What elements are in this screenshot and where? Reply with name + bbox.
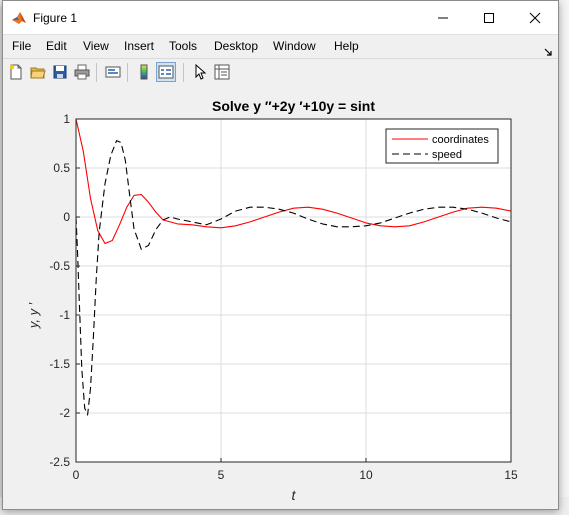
menu-help[interactable]: Help — [334, 39, 359, 53]
minimize-button[interactable] — [420, 1, 466, 34]
legend-label-coordinates: coordinates — [432, 134, 489, 146]
x-axis-label: t — [292, 487, 297, 503]
edit-plot-arrow-icon[interactable] — [190, 62, 210, 82]
matlab-logo-icon — [11, 10, 27, 26]
toolbar-separator — [96, 63, 97, 82]
legend-label-speed: speed — [432, 149, 462, 161]
figure-window: Figure 1 File Edit View Insert Tools Des… — [2, 0, 559, 510]
menu-file[interactable]: File — [12, 39, 31, 53]
menu-insert[interactable]: Insert — [124, 39, 154, 53]
menu-desktop[interactable]: Desktop — [214, 39, 258, 53]
menu-window[interactable]: Window — [273, 39, 316, 53]
axes-background — [76, 119, 511, 462]
chart[interactable]: 0 5 10 15 1 0.5 0 -0.5 -1 -1.5 -2 -2.5 Solve y ′′+… — [3, 86, 558, 509]
y-tick-label: 1 — [63, 112, 70, 126]
chart-title: Solve y ′′+2y ′+10y = sint — [212, 98, 375, 114]
x-tick-label: 15 — [504, 468, 518, 482]
colorbar-icon[interactable] — [134, 62, 154, 82]
save-icon[interactable] — [50, 62, 70, 82]
x-tick-label: 5 — [218, 468, 225, 482]
menu-edit[interactable]: Edit — [46, 39, 67, 53]
new-figure-icon[interactable] — [6, 62, 26, 82]
property-inspector-icon[interactable] — [212, 62, 232, 82]
legend-icon[interactable] — [156, 62, 176, 82]
menu-bar: File Edit View Insert Tools Desktop Wind… — [3, 35, 558, 57]
print-icon[interactable] — [72, 62, 92, 82]
x-tick-label: 0 — [73, 468, 80, 482]
window-title: Figure 1 — [33, 11, 78, 25]
toolbar-separator — [127, 63, 128, 82]
y-tick-label: -0.5 — [49, 259, 70, 273]
open-file-icon[interactable] — [28, 62, 48, 82]
figure-toolbar — [3, 58, 558, 87]
x-tick-label: 10 — [359, 468, 373, 482]
y-tick-label: 0.5 — [53, 161, 70, 175]
y-axis-label: y, y ′ — [26, 302, 41, 329]
toolbar-separator — [183, 63, 184, 82]
legend[interactable]: coordinates speed — [385, 128, 499, 164]
maximize-button[interactable] — [466, 1, 512, 34]
title-bar[interactable]: Figure 1 — [3, 1, 558, 35]
y-tick-label: -2 — [59, 406, 70, 420]
ticks-y: 1 0.5 0 -0.5 -1 -1.5 -2 -2.5 — [49, 112, 80, 469]
y-tick-label: -1.5 — [49, 357, 70, 371]
figure-canvas: 0 5 10 15 1 0.5 0 -0.5 -1 -1.5 -2 -2.5 Solve y ′′+… — [3, 86, 558, 509]
menu-tools[interactable]: Tools — [169, 39, 197, 53]
y-tick-label: -2.5 — [49, 455, 70, 469]
close-button[interactable] — [512, 1, 558, 34]
y-tick-label: -1 — [59, 308, 70, 322]
menu-view[interactable]: View — [83, 39, 109, 53]
y-tick-label: 0 — [63, 210, 70, 224]
link-plot-icon[interactable] — [103, 62, 123, 82]
